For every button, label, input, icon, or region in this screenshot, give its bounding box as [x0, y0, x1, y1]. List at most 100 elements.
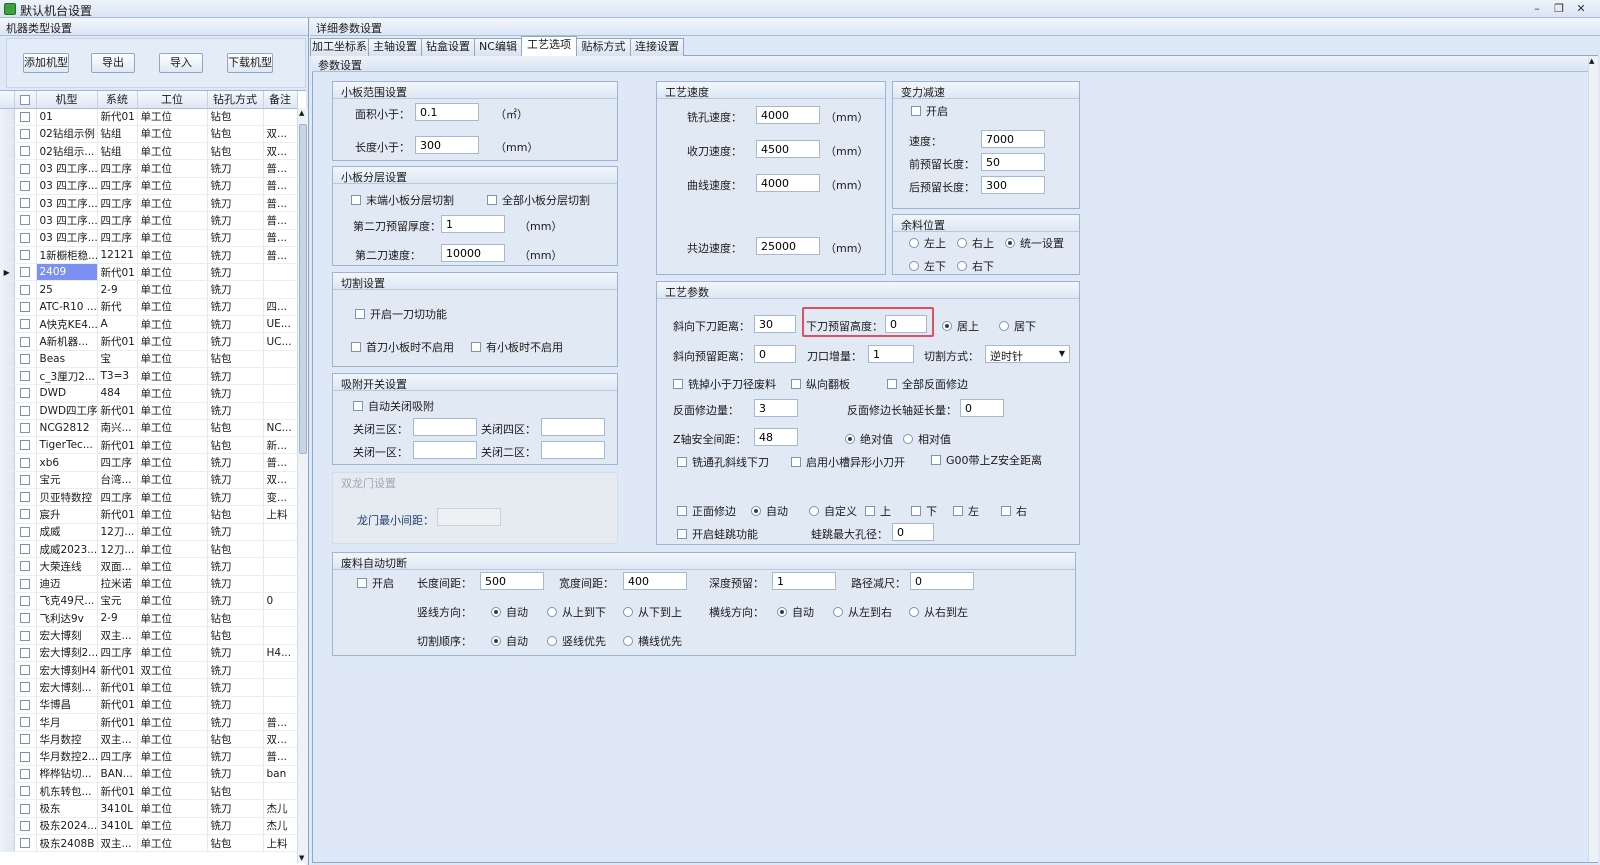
- select-all-checkbox[interactable]: [14, 91, 37, 109]
- table-row[interactable]: ▶ 2409 新代01 单工位 铣刀: [0, 263, 298, 282]
- table-row[interactable]: 宝元 台湾... 单工位 铣刀 双...: [0, 471, 298, 490]
- row-checkbox[interactable]: [14, 419, 37, 438]
- table-row[interactable]: 桦桦钻切... BAN... 单工位 铣刀 ban: [0, 765, 298, 784]
- row-checkbox[interactable]: [14, 315, 37, 334]
- table-row[interactable]: Beas 宝单工位 钻包: [0, 350, 298, 368]
- all-reverse-trim-checkbox[interactable]: 全部反面修边: [887, 376, 968, 392]
- column-header-station[interactable]: 工位: [137, 91, 208, 109]
- h-right-left-radio[interactable]: 从右到左: [909, 604, 968, 620]
- h-left-right-radio[interactable]: 从左到右: [833, 604, 892, 620]
- position-bottom-radio[interactable]: 居下: [999, 318, 1036, 334]
- table-row[interactable]: 成威 12刀... 单工位 铣刀: [0, 523, 298, 541]
- row-checkbox[interactable]: [14, 765, 37, 784]
- dir-bottom-checkbox[interactable]: 下: [911, 503, 937, 519]
- tab-label-method[interactable]: 贴标方式: [576, 38, 631, 56]
- row-checkbox[interactable]: [14, 713, 37, 732]
- export-button[interactable]: 导出: [91, 53, 135, 73]
- row-checkbox[interactable]: [14, 436, 37, 455]
- table-row[interactable]: c_3厘刀2... T3=3 单工位 铣刀: [0, 367, 298, 386]
- row-checkbox[interactable]: [14, 384, 37, 403]
- row-checkbox[interactable]: [14, 246, 37, 265]
- table-row[interactable]: 华月数控2... 四工序 单工位 铣刀 普...: [0, 747, 298, 766]
- row-indicator[interactable]: [0, 402, 15, 420]
- row-checkbox[interactable]: [14, 177, 37, 195]
- row-checkbox[interactable]: [14, 557, 37, 576]
- width-spacing-input[interactable]: [623, 572, 687, 590]
- row-checkbox[interactable]: [14, 453, 37, 472]
- row-indicator[interactable]: [0, 747, 15, 766]
- row-indicator[interactable]: [0, 471, 15, 490]
- scrap-enable-checkbox[interactable]: 开启: [357, 575, 394, 591]
- tab-coordinate[interactable]: 加工坐标系: [310, 38, 369, 56]
- row-indicator[interactable]: [0, 713, 15, 732]
- table-row[interactable]: 极东 3410L 单工位 铣刀 杰儿: [0, 799, 298, 818]
- add-model-button[interactable]: 添加机型: [23, 53, 69, 73]
- row-checkbox[interactable]: [14, 125, 37, 144]
- z-absolute-radio[interactable]: 绝对值: [845, 431, 893, 447]
- row-checkbox[interactable]: [14, 575, 37, 593]
- decel-enable-checkbox[interactable]: 开启: [911, 103, 948, 119]
- row-indicator[interactable]: [0, 280, 15, 299]
- all-board-layer-checkbox[interactable]: 全部小板分层切割: [487, 192, 590, 208]
- table-row[interactable]: DWD 484 单工位 铣刀: [0, 384, 298, 403]
- row-checkbox[interactable]: [14, 505, 37, 524]
- slant-down-input[interactable]: [754, 315, 796, 333]
- row-indicator[interactable]: [0, 125, 15, 144]
- row-indicator[interactable]: [0, 696, 15, 714]
- row-checkbox[interactable]: [14, 471, 37, 490]
- path-reduce-input[interactable]: [910, 572, 974, 590]
- row-checkbox[interactable]: [14, 730, 37, 749]
- row-checkbox[interactable]: [14, 834, 37, 853]
- row-indicator[interactable]: [0, 782, 15, 801]
- row-indicator[interactable]: [0, 644, 15, 663]
- v-top-bottom-radio[interactable]: 从上到下: [547, 604, 606, 620]
- table-row[interactable]: 03 四工序... 四工序 单工位 铣刀 普...: [0, 194, 298, 213]
- row-indicator[interactable]: [0, 661, 15, 680]
- tab-spindle[interactable]: 主轴设置: [368, 38, 422, 56]
- order-auto-radio[interactable]: 自动: [491, 633, 528, 649]
- common-edge-speed-input[interactable]: [756, 237, 820, 255]
- row-indicator[interactable]: [0, 419, 15, 438]
- row-indicator[interactable]: [0, 332, 15, 351]
- scroll-thumb[interactable]: [299, 124, 307, 454]
- grid-scrollbar[interactable]: ▲ ▼: [297, 108, 308, 863]
- close-zone2-input[interactable]: [541, 441, 605, 459]
- gantry-distance-input[interactable]: [437, 508, 501, 526]
- front-reserve-input[interactable]: [981, 153, 1045, 171]
- import-button[interactable]: 导入: [159, 53, 203, 73]
- table-row[interactable]: 宏大博刻... 新代01 单工位 铣刀: [0, 678, 298, 697]
- remnant-top-left-radio[interactable]: 左上: [909, 235, 946, 251]
- order-vertical-first-radio[interactable]: 竖线优先: [547, 633, 606, 649]
- table-row[interactable]: 宏大博刻H4 新代01 双工位 铣刀: [0, 661, 298, 680]
- position-top-radio[interactable]: 居上: [942, 318, 979, 334]
- close-zone4-input[interactable]: [541, 418, 605, 436]
- column-header-system[interactable]: 系统: [97, 91, 138, 109]
- vertical-flip-checkbox[interactable]: 纵向翻板: [791, 376, 850, 392]
- row-checkbox[interactable]: [14, 142, 37, 161]
- close-zone3-input[interactable]: [413, 418, 477, 436]
- table-row[interactable]: 飞克49尺... 宝元 单工位 铣刀 0: [0, 592, 298, 611]
- row-checkbox[interactable]: [14, 696, 37, 714]
- row-checkbox[interactable]: [14, 280, 37, 299]
- second-speed-input[interactable]: [441, 244, 505, 262]
- table-row[interactable]: A新机器... 新代01 单工位 铣刀 UC...: [0, 332, 298, 351]
- table-row[interactable]: 迪迈 拉米诺 单工位 铣刀: [0, 575, 298, 593]
- row-checkbox[interactable]: [14, 367, 37, 386]
- row-indicator[interactable]: [0, 159, 15, 178]
- row-indicator[interactable]: [0, 557, 15, 576]
- table-row[interactable]: 宸升 新代01 单工位 钻包 上料: [0, 505, 298, 524]
- front-trim-auto-radio[interactable]: 自动: [751, 503, 788, 519]
- remnant-unified-radio[interactable]: 统一设置: [1005, 235, 1064, 251]
- table-row[interactable]: 03 四工序... 四工序 单工位 铣刀 普...: [0, 211, 298, 230]
- row-indicator[interactable]: [0, 453, 15, 472]
- mill-small-scrap-checkbox[interactable]: 铣掉小于刀径废料: [673, 376, 776, 392]
- cut-mode-select[interactable]: 逆时针 ▼: [985, 345, 1070, 363]
- reverse-trim-extend-input[interactable]: [960, 399, 1004, 417]
- edge-increment-input[interactable]: [868, 345, 914, 363]
- row-indicator[interactable]: [0, 384, 15, 403]
- table-row[interactable]: xb6 四工序 单工位 铣刀 普...: [0, 453, 298, 472]
- z-relative-radio[interactable]: 相对值: [903, 431, 951, 447]
- dir-right-checkbox[interactable]: 右: [1001, 503, 1027, 519]
- row-indicator[interactable]: [0, 298, 15, 317]
- row-indicator[interactable]: [0, 177, 15, 195]
